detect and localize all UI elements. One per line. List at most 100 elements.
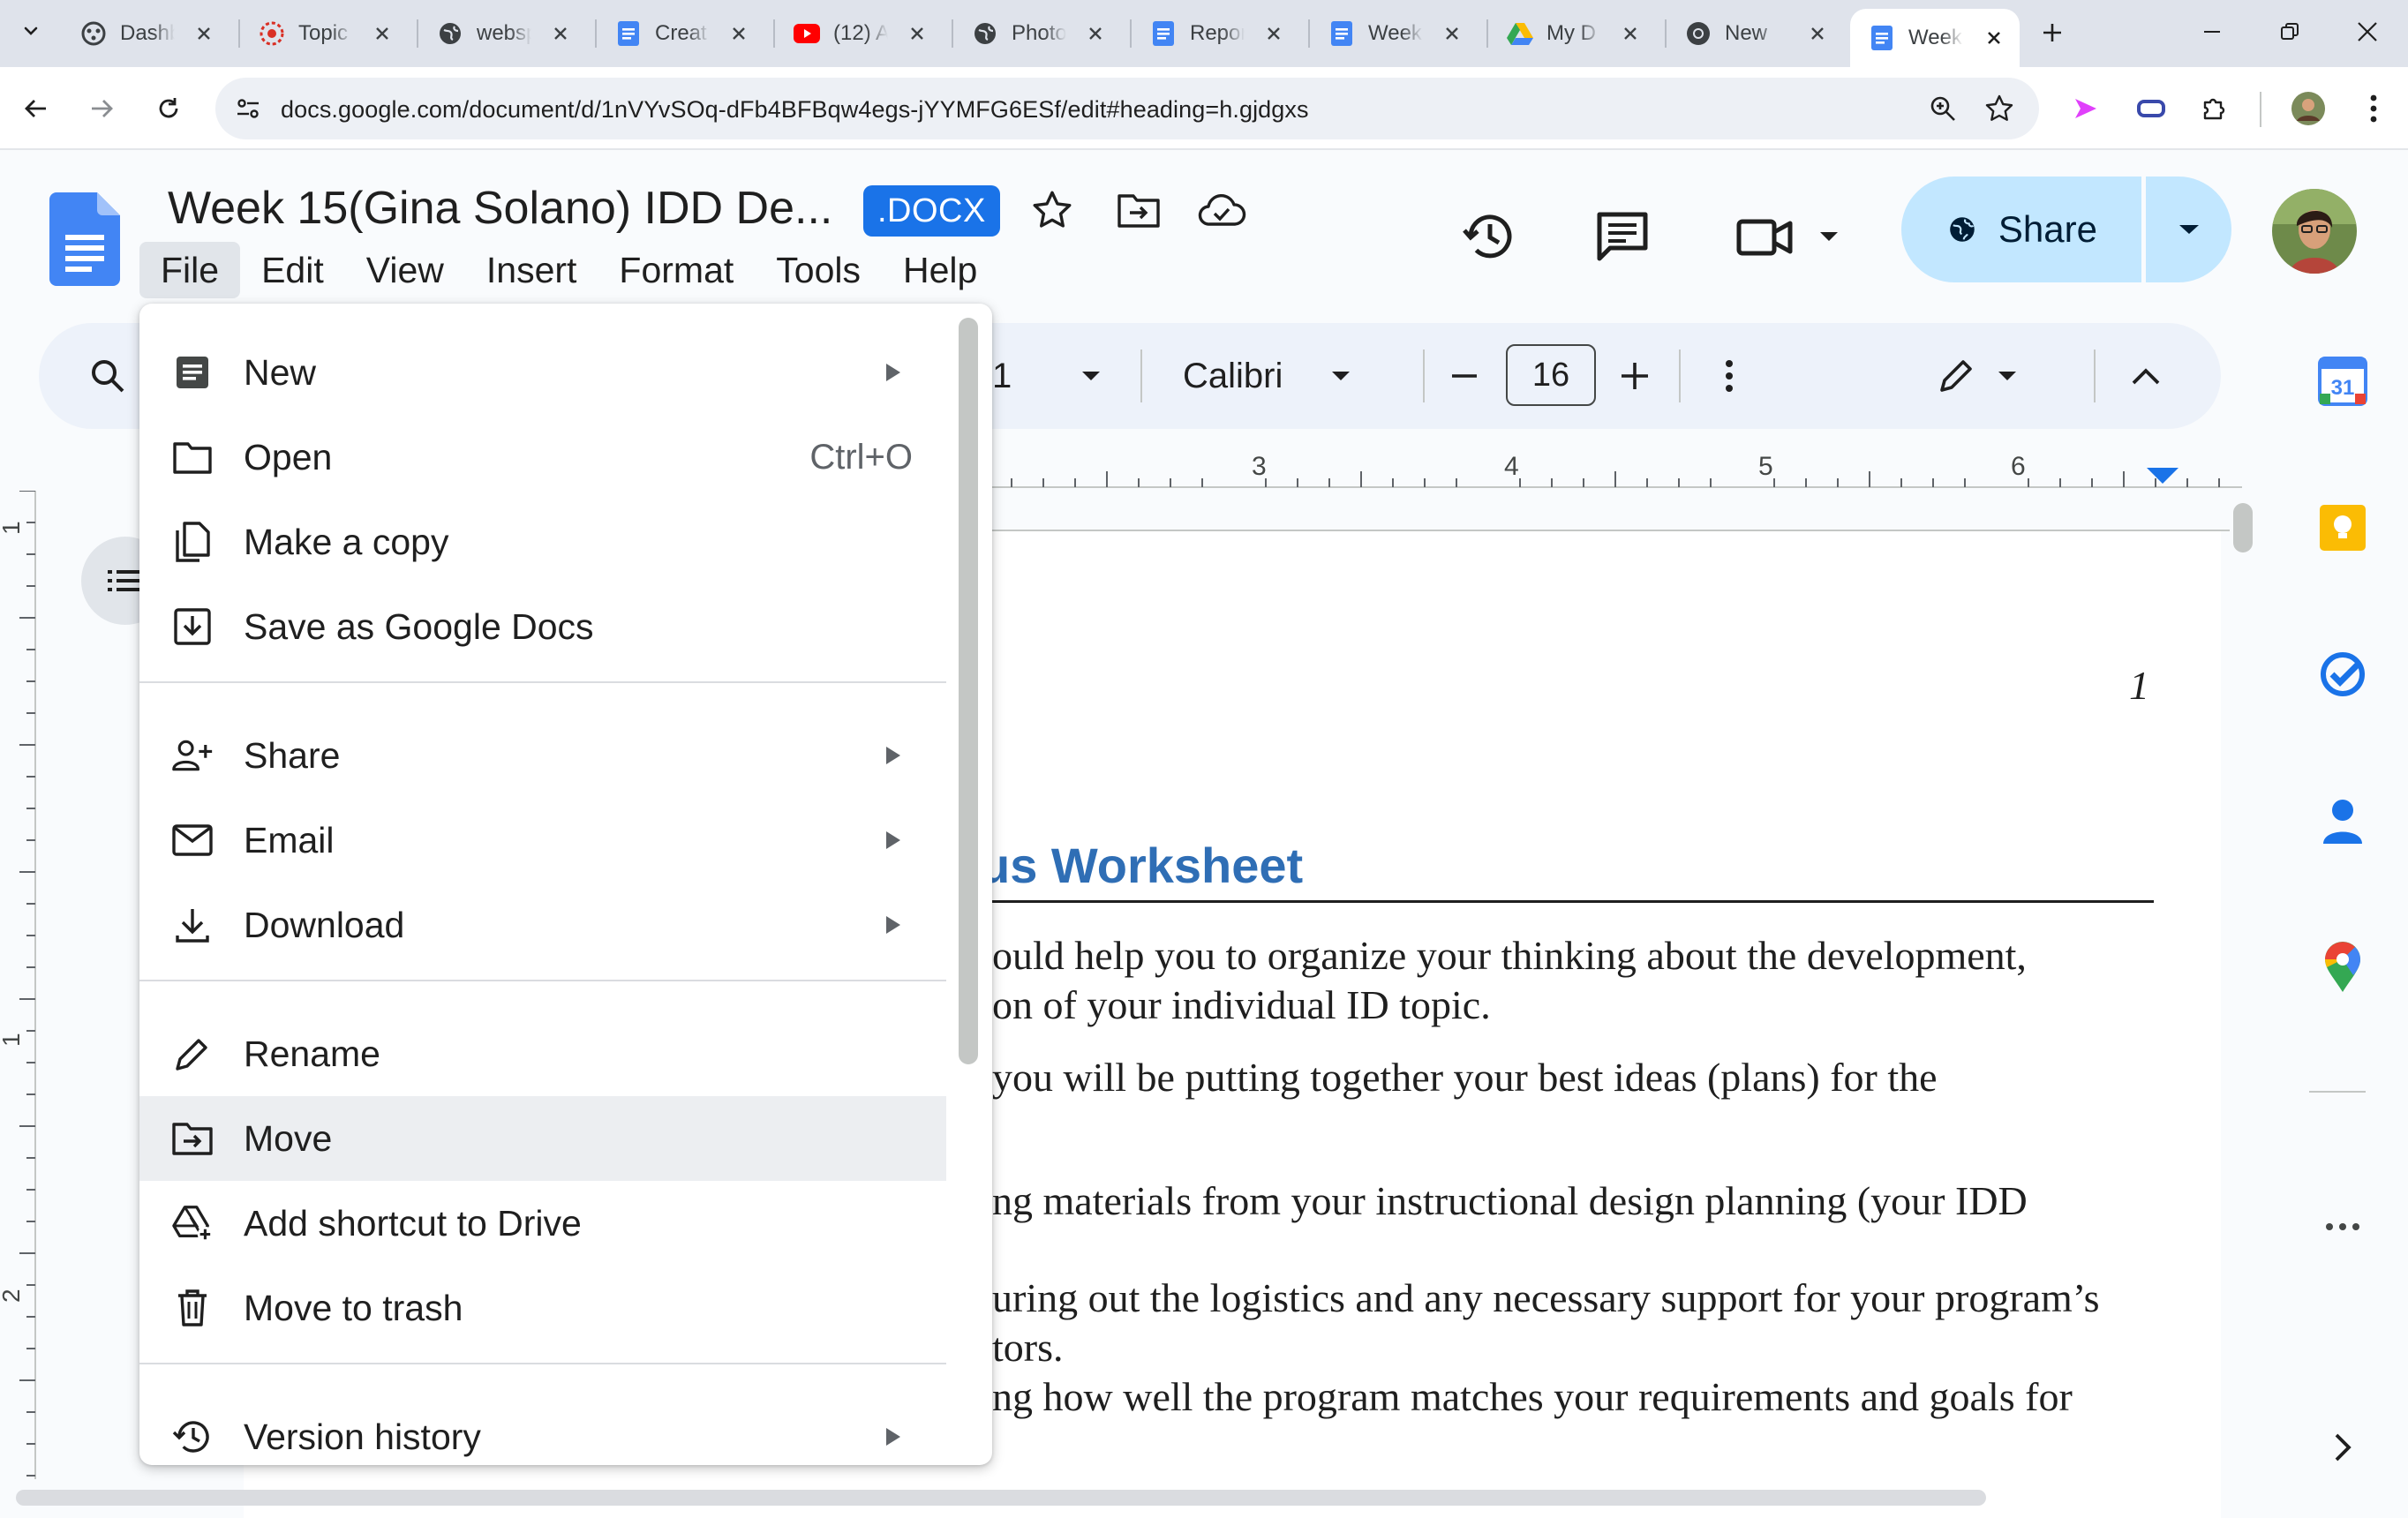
file-menu-item-download[interactable]: Download: [139, 883, 946, 967]
browser-tab[interactable]: Photo: [953, 9, 1121, 58]
paragraph-style-select[interactable]: 1: [992, 323, 1102, 429]
increase-font-size-button[interactable]: [1619, 323, 1651, 429]
browser-tab[interactable]: websp: [418, 9, 586, 58]
file-menu-item-move[interactable]: Move: [139, 1096, 946, 1181]
browser-tab[interactable]: Week: [1310, 9, 1478, 58]
file-menu-item-make-copy[interactable]: Make a copy: [139, 500, 946, 584]
browser-tab[interactable]: Repor: [1132, 9, 1299, 58]
file-menu-item-rename[interactable]: Rename: [139, 1011, 946, 1096]
close-icon[interactable]: [1439, 20, 1465, 47]
close-window-button[interactable]: [2323, 7, 2408, 56]
browser-menu-button[interactable]: [2348, 83, 2399, 134]
menu-view[interactable]: View: [345, 242, 465, 298]
share-options-button[interactable]: [2143, 177, 2231, 282]
file-menu-item-open[interactable]: Open Ctrl+O: [139, 415, 946, 500]
show-side-panel-button[interactable]: [2307, 1412, 2378, 1483]
tab-title: Dashb: [120, 21, 175, 45]
close-icon[interactable]: [547, 20, 574, 47]
decrease-font-size-button[interactable]: [1449, 323, 1479, 429]
back-button[interactable]: [11, 83, 62, 134]
tasks-app-button[interactable]: [2307, 639, 2378, 710]
document-scrollbar-thumb[interactable]: [2233, 503, 2253, 552]
close-icon[interactable]: [726, 20, 752, 47]
close-icon[interactable]: [1981, 25, 2007, 51]
maps-app-button[interactable]: [2307, 932, 2378, 1003]
contacts-app-button[interactable]: [2307, 785, 2378, 856]
profile-button[interactable]: [2283, 83, 2334, 134]
bookmark-star-icon[interactable]: [1981, 90, 2018, 127]
forward-button[interactable]: [76, 83, 127, 134]
menu-insert[interactable]: Insert: [465, 242, 598, 298]
file-menu-item-move-to-trash[interactable]: Move to trash: [139, 1266, 946, 1350]
right-indent-marker[interactable]: [2147, 468, 2178, 484]
doc-paragraph-line[interactable]: tors.: [992, 1324, 1064, 1371]
editing-mode-button[interactable]: [1937, 323, 2018, 429]
close-icon[interactable]: [904, 20, 930, 47]
search-menus-button[interactable]: [88, 323, 127, 429]
close-icon[interactable]: [191, 20, 217, 47]
star-button[interactable]: [1027, 185, 1077, 235]
vertical-ruler[interactable]: 1 1 2: [0, 491, 42, 1479]
close-icon[interactable]: [1617, 20, 1644, 47]
browser-tab[interactable]: My D: [1488, 9, 1656, 58]
file-menu-item-version-history[interactable]: Version history: [139, 1394, 946, 1465]
more-tools-button[interactable]: [1725, 323, 1734, 429]
account-avatar[interactable]: [2272, 189, 2357, 274]
file-menu-item-share[interactable]: Share: [139, 713, 946, 798]
site-info-icon[interactable]: [231, 92, 265, 125]
file-menu-item-email[interactable]: Email: [139, 798, 946, 883]
close-icon[interactable]: [369, 20, 395, 47]
horizontal-ruler[interactable]: 2 3 4 5 6: [980, 448, 2242, 501]
document-heading[interactable]: us Worksheet: [980, 837, 1303, 894]
share-button[interactable]: Share: [1901, 177, 2141, 282]
move-folder-button[interactable]: [1114, 185, 1163, 235]
extension-button[interactable]: [2126, 83, 2177, 134]
doc-paragraph-line[interactable]: ng how well the program matches your req…: [992, 1373, 2073, 1420]
browser-tab[interactable]: Dashb: [62, 9, 230, 58]
version-history-button[interactable]: [1455, 201, 1525, 272]
google-docs-logo-icon[interactable]: [49, 192, 120, 286]
cloud-status-button[interactable]: [1197, 185, 1246, 235]
font-size-input[interactable]: 16: [1506, 344, 1596, 406]
close-icon[interactable]: [1082, 20, 1109, 47]
font-family-select[interactable]: Calibri: [1183, 323, 1351, 429]
address-bar[interactable]: docs.google.com/document/d/1nVYvSOq-dFb4…: [215, 78, 2039, 139]
close-icon[interactable]: [1804, 20, 1831, 47]
restore-button[interactable]: [2246, 7, 2334, 56]
browser-tab[interactable]: Creat: [597, 9, 764, 58]
file-menu-item-save-as-google-docs[interactable]: Save as Google Docs: [139, 584, 946, 669]
file-menu-item-add-shortcut[interactable]: Add shortcut to Drive: [139, 1181, 946, 1266]
extensions-menu-button[interactable]: [2189, 83, 2240, 134]
doc-paragraph-line[interactable]: ng materials from your instructional des…: [992, 1177, 2028, 1224]
file-menu-item-new[interactable]: New: [139, 330, 946, 415]
keep-app-button[interactable]: [2307, 492, 2378, 563]
browser-tab-active[interactable]: Week: [1850, 9, 2020, 67]
doc-paragraph-line[interactable]: uring out the logistics and any necessar…: [992, 1274, 2100, 1321]
browser-tab[interactable]: Topic: [240, 9, 408, 58]
tab-search-button[interactable]: [12, 11, 49, 51]
calendar-app-button[interactable]: 31: [2307, 346, 2378, 417]
zoom-icon[interactable]: [1924, 90, 1961, 127]
menu-format[interactable]: Format: [598, 242, 755, 298]
browser-tab[interactable]: New: [1667, 9, 1843, 58]
document-title[interactable]: Week 15(Gina Solano) IDD De...: [168, 182, 832, 235]
doc-paragraph-line[interactable]: ould help you to organize your thinking …: [992, 932, 2027, 979]
new-tab-button[interactable]: [2032, 12, 2073, 53]
doc-paragraph-line[interactable]: on of your individual ID topic.: [992, 981, 1491, 1028]
close-icon[interactable]: [1260, 20, 1287, 47]
meet-button[interactable]: [1730, 201, 1845, 272]
comments-button[interactable]: [1587, 201, 1658, 272]
hide-menus-button[interactable]: [2131, 323, 2161, 429]
menu-file[interactable]: File: [139, 242, 241, 298]
menu-scrollbar-thumb[interactable]: [959, 318, 978, 1064]
extension-button[interactable]: [2060, 83, 2111, 134]
reload-button[interactable]: [143, 83, 194, 134]
horizontal-scrollbar[interactable]: [16, 1490, 1986, 1506]
more-apps-button[interactable]: [2307, 1191, 2378, 1262]
doc-paragraph-line[interactable]: you will be putting together your best i…: [992, 1054, 1938, 1101]
menu-edit[interactable]: Edit: [240, 242, 345, 298]
minimize-button[interactable]: [2168, 7, 2256, 56]
browser-tab[interactable]: (12) A: [775, 9, 943, 58]
menu-help[interactable]: Help: [882, 242, 998, 298]
menu-tools[interactable]: Tools: [755, 242, 882, 298]
